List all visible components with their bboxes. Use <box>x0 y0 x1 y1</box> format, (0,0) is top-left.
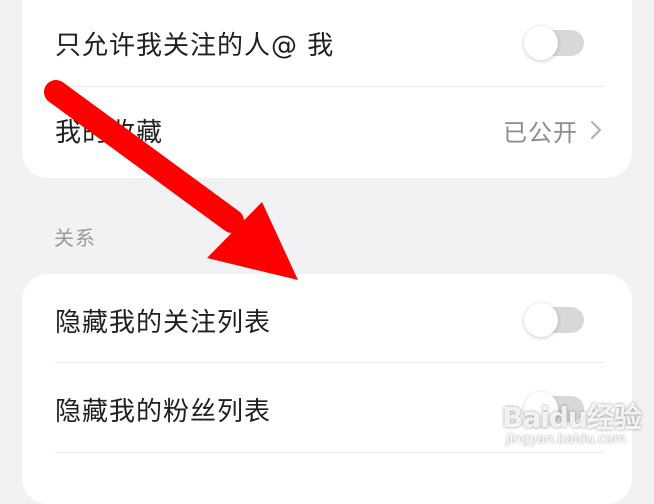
watermark-main-text: Baidu经验 <box>502 401 642 434</box>
watermark-sub-text: jingyan.baidu.com <box>506 432 626 447</box>
baidu-watermark-logo: Baidu经验 jingyan.baidu.com <box>502 392 652 458</box>
